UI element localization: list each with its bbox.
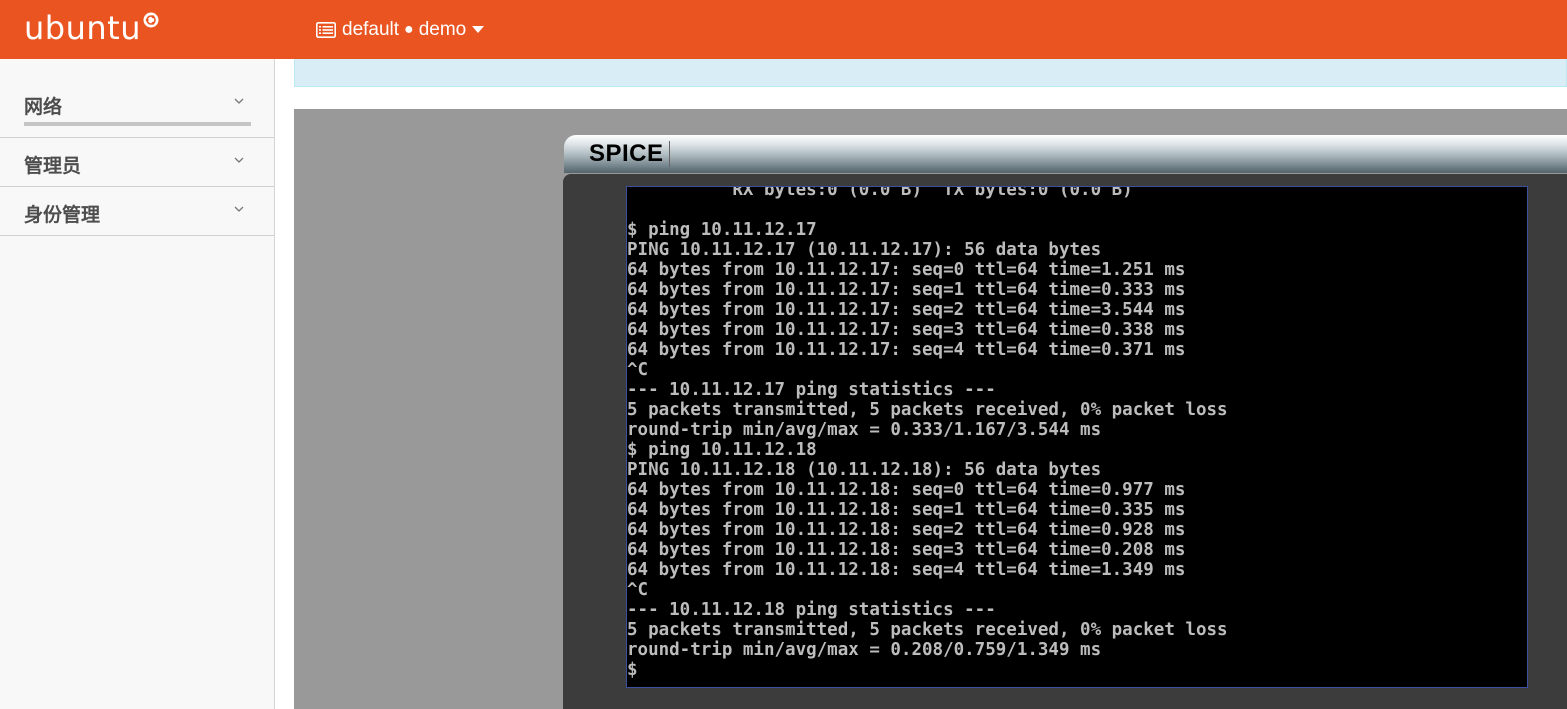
titlebar-divider	[669, 141, 670, 167]
sidebar: 网络 管理员 身份管理	[0, 59, 275, 709]
spice-title: SPICE	[589, 140, 664, 167]
brand-logo[interactable]: ubuntu	[24, 8, 159, 48]
circle-of-friends-icon	[143, 12, 159, 28]
terminal-line: 64 bytes from 10.11.12.18: seq=0 ttl=64 …	[627, 480, 1186, 500]
terminal-line: RX bytes:0 (0.0 B) TX bytes:0 (0.0 B)	[627, 186, 1133, 200]
terminal-line: PING 10.11.12.18 (10.11.12.18): 56 data …	[627, 460, 1102, 480]
terminal-line: --- 10.11.12.17 ping statistics ---	[627, 380, 996, 400]
sidebar-item-network[interactable]: 网络	[0, 59, 274, 138]
list-icon	[316, 22, 336, 38]
terminal-line: PING 10.11.12.17 (10.11.12.17): 56 data …	[627, 240, 1102, 260]
terminal-line: 64 bytes from 10.11.12.17: seq=1 ttl=64 …	[627, 280, 1186, 300]
terminal-line: 64 bytes from 10.11.12.17: seq=4 ttl=64 …	[627, 340, 1186, 360]
project-selector[interactable]: default ● demo	[316, 17, 485, 43]
terminal-line: round-trip min/avg/max = 0.208/0.759/1.3…	[627, 640, 1102, 660]
active-indicator	[24, 122, 251, 126]
chevron-down-icon	[234, 157, 244, 163]
terminal-line: 64 bytes from 10.11.12.18: seq=1 ttl=64 …	[627, 500, 1186, 520]
sidebar-item-label: 身份管理	[24, 205, 101, 226]
terminal-line: $ ping 10.11.12.17	[627, 220, 817, 240]
terminal-line: ^C	[627, 580, 649, 600]
sidebar-item-admin[interactable]: 管理员	[0, 138, 274, 187]
terminal-line: 64 bytes from 10.11.12.18: seq=2 ttl=64 …	[627, 520, 1186, 540]
caret-down-icon	[472, 26, 485, 33]
top-navbar: ubuntu default ● demo	[0, 0, 1567, 59]
sidebar-item-label: 管理员	[24, 156, 82, 177]
terminal-line: 64 bytes from 10.11.12.18: seq=4 ttl=64 …	[627, 560, 1186, 580]
info-alert	[294, 59, 1567, 87]
terminal-output: RX bytes:0 (0.0 B) TX bytes:0 (0.0 B) $ p…	[627, 186, 1527, 680]
terminal-line: 64 bytes from 10.11.12.17: seq=2 ttl=64 …	[627, 300, 1186, 320]
terminal-line: 5 packets transmitted, 5 packets receive…	[627, 400, 1228, 420]
spice-titlebar: SPICE	[564, 135, 1567, 173]
console-container: SPICE RX bytes:0 (0.0 B) TX bytes:0 (0.0…	[294, 109, 1567, 709]
terminal-line: --- 10.11.12.18 ping statistics ---	[627, 600, 996, 620]
sidebar-item-identity[interactable]: 身份管理	[0, 187, 274, 236]
terminal-line: 64 bytes from 10.11.12.17: seq=3 ttl=64 …	[627, 320, 1186, 340]
sidebar-item-label: 网络	[24, 97, 63, 118]
spice-body: RX bytes:0 (0.0 B) TX bytes:0 (0.0 B) $ p…	[563, 174, 1567, 709]
terminal-line: $ ping 10.11.12.18	[627, 440, 817, 460]
project-name: demo	[418, 19, 467, 40]
separator-dot: ●	[404, 21, 414, 38]
terminal-screen[interactable]: RX bytes:0 (0.0 B) TX bytes:0 (0.0 B) $ p…	[626, 186, 1528, 688]
terminal-line: round-trip min/avg/max = 0.333/1.167/3.5…	[627, 420, 1102, 440]
terminal-line: 5 packets transmitted, 5 packets receive…	[627, 620, 1228, 640]
brand-text: ubuntu	[24, 9, 141, 47]
terminal-line: 64 bytes from 10.11.12.17: seq=0 ttl=64 …	[627, 260, 1186, 280]
terminal-line: ^C	[627, 360, 649, 380]
chevron-down-icon	[234, 206, 244, 212]
domain-name: default	[342, 19, 400, 40]
chevron-down-icon	[234, 98, 244, 104]
terminal-line: $	[627, 660, 638, 680]
terminal-line: 64 bytes from 10.11.12.18: seq=3 ttl=64 …	[627, 540, 1186, 560]
